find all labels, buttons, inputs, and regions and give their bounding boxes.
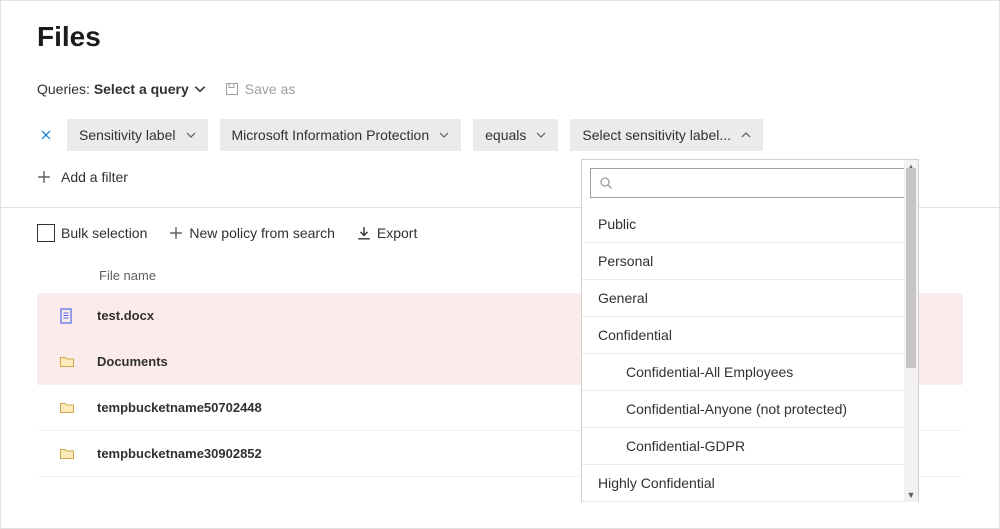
close-icon[interactable] (37, 126, 55, 144)
queries-label: Queries: Select a query (37, 81, 207, 97)
filter-value-pill[interactable]: Select sensitivity label... (570, 119, 763, 151)
chevron-up-icon (741, 130, 751, 140)
save-as-button: Save as (225, 81, 296, 97)
dropdown-item[interactable]: Confidential (582, 317, 918, 354)
checkbox[interactable] (37, 224, 55, 242)
filter-source-pill[interactable]: Microsoft Information Protection (220, 119, 462, 151)
new-policy-button[interactable]: New policy from search (169, 225, 335, 241)
filter-row: Sensitivity label Microsoft Information … (37, 119, 963, 151)
chevron-down-icon (536, 130, 546, 140)
chevron-down-icon (193, 82, 207, 96)
filter-field-pill[interactable]: Sensitivity label (67, 119, 208, 151)
file-name: test.docx (97, 308, 154, 323)
scroll-thumb[interactable] (906, 168, 916, 368)
file-name: Documents (97, 354, 168, 369)
file-name: tempbucketname50702448 (97, 400, 262, 415)
page-title: Files (37, 21, 963, 53)
scroll-down-arrow[interactable]: ▼ (904, 488, 918, 502)
export-button[interactable]: Export (357, 225, 417, 241)
dropdown-item[interactable]: Confidential-GDPR (582, 428, 918, 465)
dropdown-item[interactable]: General (582, 280, 918, 317)
sensitivity-label-dropdown: PublicPersonalGeneralConfidentialConfide… (581, 159, 919, 502)
bulk-selection[interactable]: Bulk selection (37, 224, 147, 242)
save-icon (225, 82, 239, 96)
scrollbar[interactable]: ▲ ▼ (904, 160, 918, 502)
dropdown-item[interactable]: Confidential-All Employees (582, 354, 918, 391)
dropdown-item[interactable]: Personal (582, 243, 918, 280)
query-select[interactable]: Select a query (94, 81, 207, 97)
chevron-down-icon (186, 130, 196, 140)
search-icon (599, 176, 613, 190)
chevron-down-icon (439, 130, 449, 140)
dropdown-item[interactable]: Public (582, 206, 918, 243)
dropdown-search-input[interactable] (590, 168, 910, 198)
plus-icon (169, 226, 183, 240)
dropdown-item[interactable]: Confidential-Anyone (not protected) (582, 391, 918, 428)
file-name: tempbucketname30902852 (97, 446, 262, 461)
plus-icon (37, 170, 51, 184)
dropdown-list: PublicPersonalGeneralConfidentialConfide… (582, 206, 918, 502)
filter-operator-pill[interactable]: equals (473, 119, 558, 151)
download-icon (357, 226, 371, 240)
queries-row: Queries: Select a query Save as (37, 81, 963, 97)
dropdown-item[interactable]: Highly Confidential (582, 465, 918, 502)
